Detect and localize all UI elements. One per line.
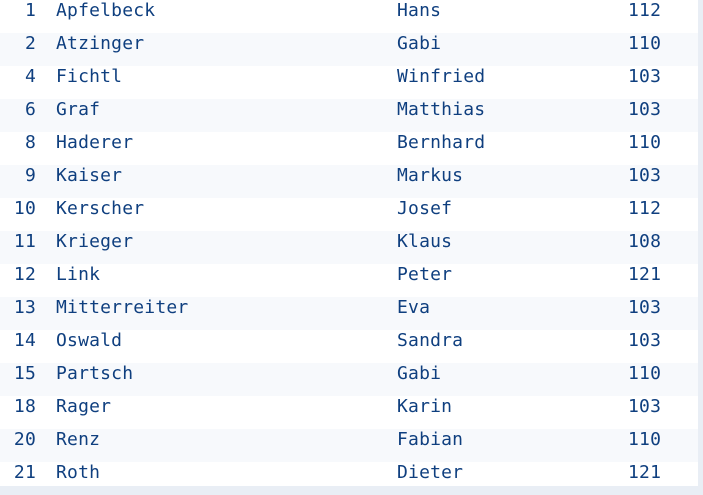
number-cell: 108 <box>628 231 662 252</box>
id-cell: 15 <box>13 363 36 384</box>
table-row[interactable]: 6 Graf Matthias 103 <box>0 99 698 132</box>
id-cell: 18 <box>13 396 36 417</box>
table-row[interactable]: 12 Link Peter 121 <box>0 264 698 297</box>
last-name-cell: Kaiser <box>56 165 123 186</box>
id-cell: 21 <box>13 462 36 483</box>
last-name-cell: Fichtl <box>56 66 123 87</box>
id-cell: 8 <box>24 132 36 153</box>
id-cell: 20 <box>13 429 36 450</box>
number-cell: 121 <box>628 264 662 285</box>
id-cell: 1 <box>24 0 36 21</box>
last-name-cell: Atzinger <box>56 33 145 54</box>
table-row[interactable]: 1 Apfelbeck Hans 112 <box>0 0 698 33</box>
number-cell: 110 <box>628 429 662 450</box>
number-cell: 103 <box>628 297 662 318</box>
id-cell: 2 <box>24 33 36 54</box>
number-cell: 121 <box>628 462 662 483</box>
first-name-cell: Bernhard <box>397 132 486 153</box>
first-name-cell: Gabi <box>397 363 442 384</box>
last-name-cell: Oswald <box>56 330 123 351</box>
first-name-cell: Winfried <box>397 66 486 87</box>
last-name-cell: Haderer <box>56 132 134 153</box>
number-cell: 110 <box>628 132 662 153</box>
data-table: 1 Apfelbeck Hans 112 2 Atzinger Gabi 110… <box>0 0 703 486</box>
table-row[interactable]: 2 Atzinger Gabi 110 <box>0 33 698 66</box>
table-row[interactable]: 15 Partsch Gabi 110 <box>0 363 698 396</box>
first-name-cell: Fabian <box>397 429 464 450</box>
number-cell: 103 <box>628 99 662 120</box>
id-cell: 12 <box>13 264 36 285</box>
first-name-cell: Gabi <box>397 33 442 54</box>
last-name-cell: Kerscher <box>56 198 145 219</box>
last-name-cell: Renz <box>56 429 101 450</box>
last-name-cell: Apfelbeck <box>56 0 156 21</box>
first-name-cell: Dieter <box>397 462 464 483</box>
id-cell: 6 <box>24 99 36 120</box>
last-name-cell: Roth <box>56 462 101 483</box>
last-name-cell: Mitterreiter <box>56 297 189 318</box>
first-name-cell: Peter <box>397 264 453 285</box>
last-name-cell: Link <box>56 264 101 285</box>
table-row[interactable]: 21 Roth Dieter 121 <box>0 462 698 486</box>
number-cell: 112 <box>628 0 662 21</box>
id-cell: 10 <box>13 198 36 219</box>
number-cell: 103 <box>628 396 662 417</box>
first-name-cell: Markus <box>397 165 464 186</box>
last-name-cell: Krieger <box>56 231 134 252</box>
table-row[interactable]: 18 Rager Karin 103 <box>0 396 698 429</box>
number-cell: 103 <box>628 165 662 186</box>
number-cell: 103 <box>628 66 662 87</box>
first-name-cell: Hans <box>397 0 442 21</box>
last-name-cell: Graf <box>56 99 101 120</box>
first-name-cell: Klaus <box>397 231 453 252</box>
id-cell: 11 <box>13 231 36 252</box>
number-cell: 112 <box>628 198 662 219</box>
table-row[interactable]: 14 Oswald Sandra 103 <box>0 330 698 363</box>
table-row[interactable]: 9 Kaiser Markus 103 <box>0 165 698 198</box>
first-name-cell: Matthias <box>397 99 486 120</box>
id-cell: 9 <box>24 165 36 186</box>
first-name-cell: Sandra <box>397 330 464 351</box>
table-row[interactable]: 11 Krieger Klaus 108 <box>0 231 698 264</box>
number-cell: 110 <box>628 33 662 54</box>
table-row[interactable]: 20 Renz Fabian 110 <box>0 429 698 462</box>
first-name-cell: Josef <box>397 198 453 219</box>
number-cell: 110 <box>628 363 662 384</box>
id-cell: 13 <box>13 297 36 318</box>
table-row[interactable]: 8 Haderer Bernhard 110 <box>0 132 698 165</box>
last-name-cell: Partsch <box>56 363 134 384</box>
table-row[interactable]: 4 Fichtl Winfried 103 <box>0 66 698 99</box>
last-name-cell: Rager <box>56 396 112 417</box>
first-name-cell: Eva <box>397 297 431 318</box>
first-name-cell: Karin <box>397 396 453 417</box>
id-cell: 4 <box>24 66 36 87</box>
table-row[interactable]: 10 Kerscher Josef 112 <box>0 198 698 231</box>
id-cell: 14 <box>13 330 36 351</box>
number-cell: 103 <box>628 330 662 351</box>
table-row[interactable]: 13 Mitterreiter Eva 103 <box>0 297 698 330</box>
